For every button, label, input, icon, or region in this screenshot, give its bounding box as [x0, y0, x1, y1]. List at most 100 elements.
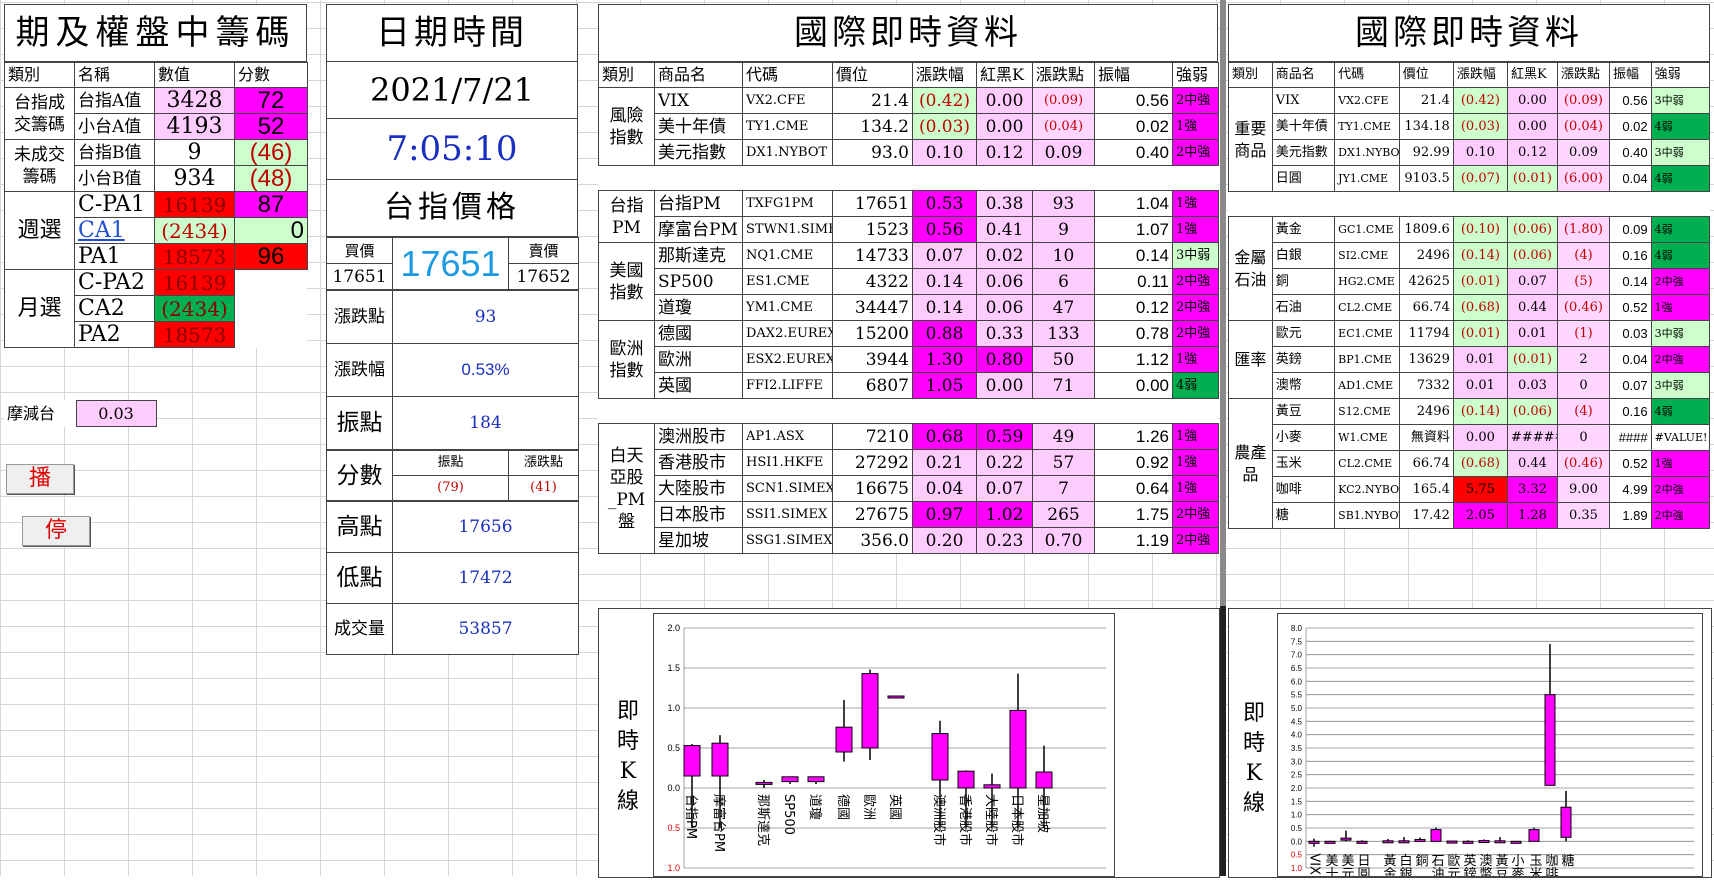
cell: 0.40 — [1094, 139, 1173, 166]
row-score: 87 — [234, 191, 308, 218]
cell: 2中強 — [1172, 87, 1219, 114]
row-score: 72 — [234, 87, 308, 114]
group-label: 匯率 — [1228, 320, 1273, 399]
table-row: 美元指數 DX1.NYBOT 93.0 0.10 0.12 0.09 0.40 2中強 — [599, 139, 1219, 166]
cell: SP500 — [654, 268, 743, 295]
x-category-label: 玉米 — [1527, 853, 1543, 876]
vol-value: 53857 — [392, 603, 579, 655]
stat-label: 漲跌幅 — [326, 343, 393, 397]
cell: 13629 — [1398, 346, 1454, 373]
row-score — [235, 322, 308, 348]
cell: DX1.NYBOT — [1334, 139, 1400, 166]
cell: 34447 — [832, 294, 913, 321]
cell: 0.88 — [912, 320, 977, 347]
table-row: 星加坡 SSG1.SIMEX 356.0 0.20 0.23 0.70 1.19 2中強 — [599, 527, 1219, 554]
y-tick-label: 1.0 — [1291, 864, 1303, 873]
table-row: 日圓 JY1.CME 9103.5 (0.07) (0.01) (6.00) 0.04 4弱 — [1229, 165, 1711, 192]
x-category-label: 英鎊 — [1461, 853, 1477, 876]
buy-label: 買價 — [326, 237, 393, 264]
cell: 2中強 — [1172, 320, 1219, 347]
cell: VIX — [1271, 87, 1336, 114]
cell: 3中弱 — [1650, 320, 1711, 347]
cell: W1.CME — [1334, 424, 1400, 451]
cell: 2中強 — [1650, 502, 1711, 529]
play-button[interactable]: 播 — [6, 464, 74, 494]
cell: 7332 — [1398, 372, 1454, 399]
row-name-link[interactable]: CA1 — [74, 217, 155, 244]
cell: 16675 — [832, 475, 913, 502]
cell: 0.53 — [912, 190, 977, 217]
chip-table-header: 類別 名稱 數值 分數 — [4, 62, 308, 88]
table-row: 銅 HG2.CME 42625 (0.01) 0.07 (5) 0.14 2中強 — [1229, 268, 1711, 295]
y-tick-label: 2.0 — [1291, 784, 1303, 793]
cell: 黃金 — [1271, 216, 1336, 243]
col-name: 名稱 — [74, 62, 155, 88]
col-header: 紅黑K — [976, 62, 1033, 88]
cell: (1) — [1556, 320, 1610, 347]
cell: 1.05 — [912, 372, 977, 399]
spacer-row — [599, 166, 1219, 191]
cell: 265 — [1032, 501, 1095, 528]
high-value: 17656 — [392, 501, 579, 553]
cell: 0.11 — [1094, 268, 1173, 295]
table-row: 風險指數 VIX VX2.CFE 21.4 (0.42) 0.00 (0.09) 0.56 2中… — [598, 87, 1219, 166]
y-tick-label: 6.0 — [1291, 677, 1303, 686]
cell: 0.03 — [1506, 372, 1558, 399]
stop-button[interactable]: 停 — [22, 516, 90, 546]
mtx-value: 0.03 — [75, 400, 157, 427]
cell: 21.4 — [832, 87, 913, 114]
cell: ESX2.EUREX — [742, 346, 833, 373]
cell: 0.70 — [1032, 527, 1095, 554]
y-tick-label: 4.5 — [1291, 717, 1303, 726]
cell: 1.19 — [1094, 527, 1173, 554]
cell: 0.52 — [1608, 450, 1652, 477]
group-label: 重要商品 — [1228, 87, 1273, 192]
cell: 3中弱 — [1172, 242, 1219, 269]
cell: 0.03 — [1608, 320, 1652, 347]
k-chart-2: 8.0 7.5 7.0 6.5 6.0 5.5 5.0 4.5 4.0 3.5 3.0 2.5 2.0 1… — [1277, 613, 1703, 880]
group-label: 農產品 — [1228, 398, 1273, 529]
table-row: 高點 17656 — [326, 501, 579, 553]
cell: 10 — [1032, 242, 1095, 269]
y-tick-label: 1.0 — [667, 863, 680, 873]
candle-body — [1414, 838, 1426, 842]
cell: (0.09) — [1556, 87, 1610, 114]
cell: 92.99 — [1398, 139, 1454, 166]
cell: 66.74 — [1398, 450, 1454, 477]
table-row: 買價 17651 賣價 — [326, 237, 579, 290]
cell: (0.46) — [1556, 294, 1610, 321]
cell: 2中強 — [1172, 294, 1219, 321]
x-category-label: 黃豆 — [1493, 853, 1509, 876]
cell: 1523 — [832, 216, 913, 243]
cell: SSG1.SIMEX — [742, 527, 833, 554]
y-tick-label: 0.0 — [667, 783, 680, 793]
cell: (0.68) — [1452, 450, 1508, 477]
table-row: 澳幣 AD1.CME 7332 0.01 0.03 0 0.07 3中弱 — [1229, 372, 1711, 399]
cell: HG2.CME — [1334, 268, 1400, 295]
table-row: 低點 17472 — [326, 552, 579, 604]
x-category-label: 日本股市 — [1009, 794, 1025, 846]
col-header: 類別 — [598, 62, 655, 88]
row-score: (46) — [234, 139, 308, 166]
cell: 0.01 — [1452, 346, 1508, 373]
score-v2: (41) — [508, 475, 579, 501]
col-header: 價位 — [1398, 62, 1454, 88]
y-tick-label: 1.5 — [1291, 797, 1303, 806]
cell: 美元指數 — [1271, 139, 1336, 166]
candle-body — [1324, 840, 1336, 844]
candle-body — [983, 784, 1001, 789]
cell: 0.22 — [976, 449, 1033, 476]
cell: 93.0 — [832, 139, 913, 166]
cell: 1強 — [1172, 113, 1219, 140]
x-category-label: 大陸股市 — [983, 794, 999, 846]
cell: 49 — [1032, 423, 1095, 450]
cell: (0.46) — [1556, 450, 1610, 477]
row-score: 96 — [234, 243, 308, 270]
cell: 0.44 — [1506, 294, 1558, 321]
row-name: C-PA2 — [74, 269, 155, 296]
cell: 57 — [1032, 449, 1095, 476]
stat-value: 0.53% — [391, 343, 580, 397]
cell: 93 — [1032, 190, 1095, 217]
col-header: 漲跌點 — [1556, 62, 1610, 88]
row-name: PA2 — [74, 321, 155, 348]
